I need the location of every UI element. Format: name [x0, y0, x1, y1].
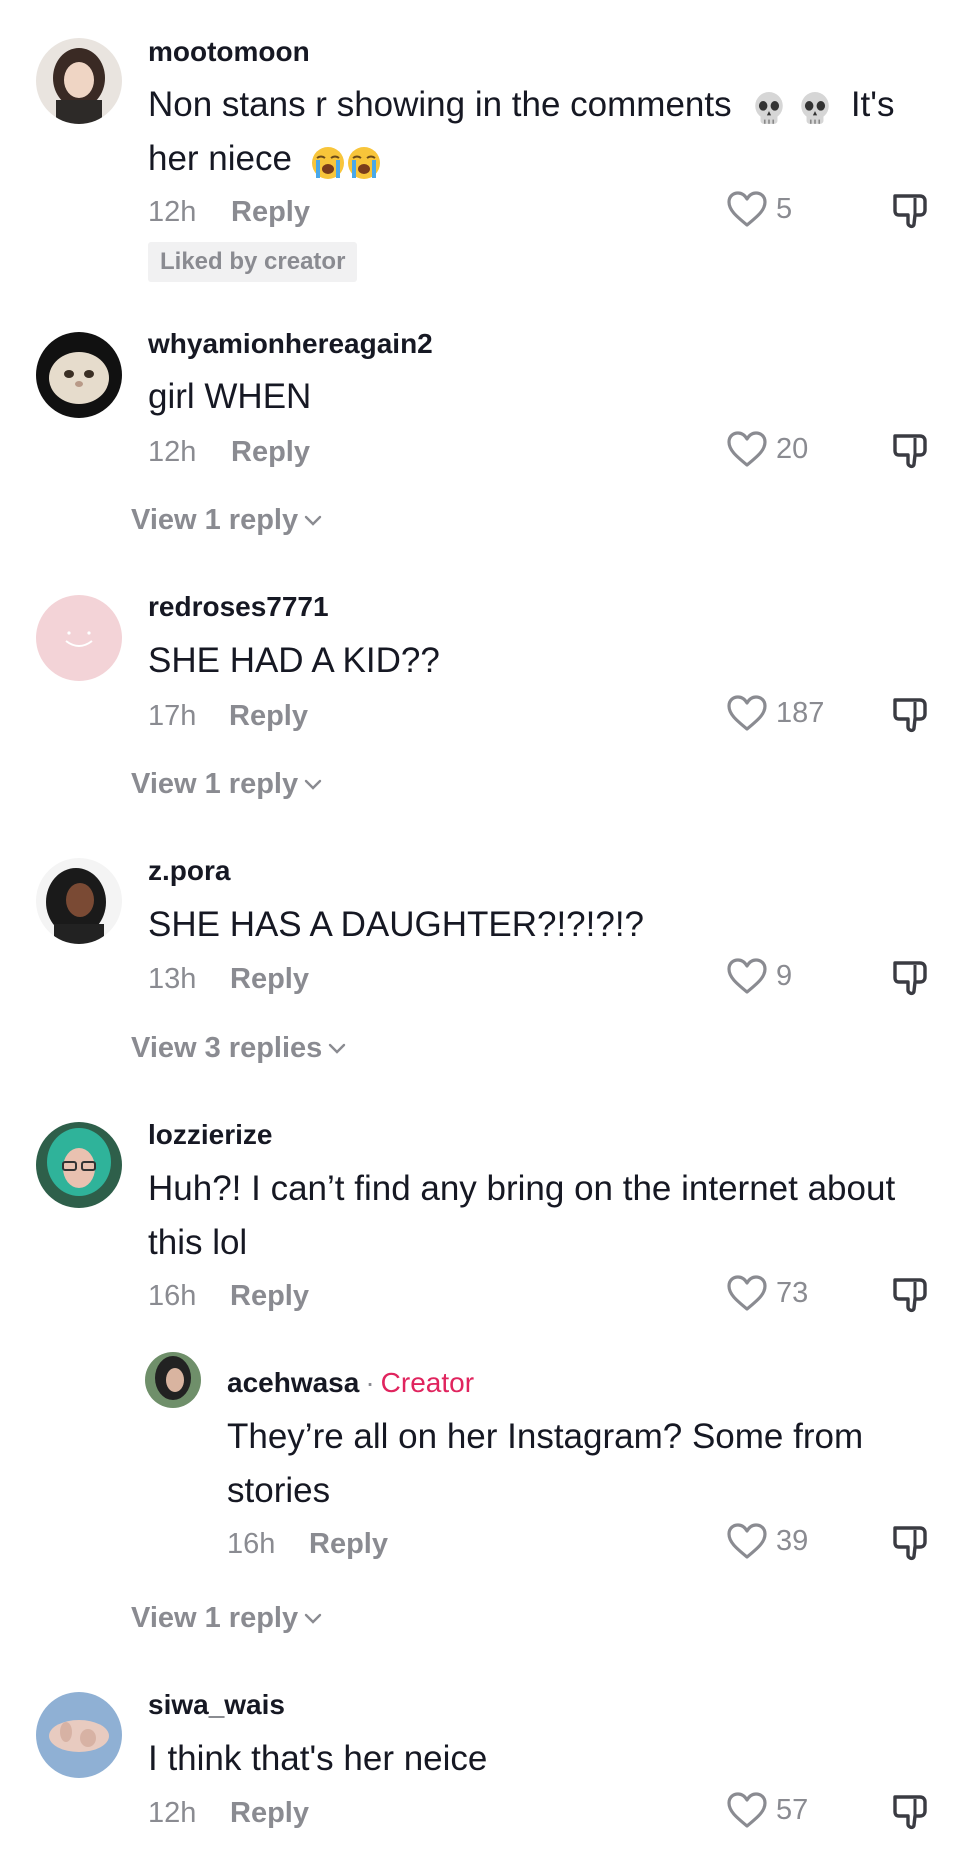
liked-by-creator-badge: Liked by creator — [148, 242, 358, 282]
comment-time: 12h — [148, 436, 197, 468]
heart-icon[interactable] — [726, 430, 768, 468]
dislike-icon[interactable] — [890, 430, 930, 470]
reply-button[interactable]: Reply — [231, 196, 310, 229]
like-count: 57 — [776, 1794, 809, 1826]
comment-text: Huh?! I can’t find any bring on the inte… — [148, 1169, 896, 1262]
like-count: 5 — [776, 193, 793, 225]
heart-icon[interactable] — [726, 957, 768, 995]
comment-username[interactable]: z.pora — [148, 855, 230, 887]
chevron-down-icon — [304, 1613, 322, 1625]
view-replies-button[interactable]: View 3 replies — [131, 1032, 346, 1065]
skull-emoji — [751, 89, 787, 125]
comment-text: Non stans r showing in the comments It's — [148, 85, 895, 125]
chevron-down-icon — [304, 515, 322, 527]
like-count: 73 — [776, 1277, 809, 1309]
crying-emoji — [346, 143, 382, 179]
reply-button[interactable]: Reply — [309, 1528, 388, 1561]
comment-text: I think that's her neice — [148, 1739, 488, 1778]
reply-button[interactable]: Reply — [231, 436, 310, 469]
creator-label: Creator — [380, 1367, 475, 1398]
chevron-down-icon — [304, 779, 322, 791]
reply-avatar[interactable] — [145, 1352, 201, 1408]
like-count: 20 — [776, 433, 809, 465]
dislike-icon[interactable] — [890, 1791, 930, 1831]
avatar[interactable] — [36, 1692, 122, 1778]
view-replies-button[interactable]: View 1 reply — [131, 1602, 322, 1635]
comment-time: 13h — [148, 963, 197, 995]
avatar[interactable] — [36, 858, 122, 944]
dislike-icon[interactable] — [890, 957, 930, 997]
heart-icon[interactable] — [726, 694, 768, 732]
comment-username[interactable]: whyamionhereagain2 — [148, 328, 433, 360]
crying-emoji — [310, 143, 346, 179]
heart-icon[interactable] — [726, 1522, 768, 1560]
reply-button[interactable]: Reply — [230, 963, 309, 996]
comment-username[interactable]: redroses7771 — [148, 591, 329, 623]
comment-username[interactable]: lozzierize — [148, 1119, 272, 1151]
view-replies-button[interactable]: View 1 reply — [131, 768, 322, 801]
dislike-icon[interactable] — [890, 190, 930, 230]
dislike-icon[interactable] — [890, 1522, 930, 1562]
avatar[interactable] — [36, 1122, 122, 1208]
like-count: 187 — [776, 697, 825, 729]
reply-time: 16h — [227, 1528, 276, 1560]
skull-emoji — [797, 89, 833, 125]
reply-username[interactable]: acehwasa · Creator — [227, 1367, 474, 1399]
dislike-icon[interactable] — [890, 694, 930, 734]
reply-button[interactable]: Reply — [230, 1280, 309, 1313]
reply-button[interactable]: Reply — [229, 700, 308, 733]
avatar[interactable] — [36, 332, 122, 418]
reply-button[interactable]: Reply — [230, 1797, 309, 1830]
heart-icon[interactable] — [726, 190, 768, 228]
comment-text: girl WHEN — [148, 377, 312, 416]
heart-icon[interactable] — [726, 1274, 768, 1312]
comment-time: 12h — [148, 1797, 197, 1829]
avatar[interactable] — [36, 595, 122, 681]
chevron-down-icon — [328, 1043, 346, 1055]
reply-text: They’re all on her Instagram? Some from … — [227, 1417, 864, 1510]
comment-time: 16h — [148, 1280, 197, 1312]
dislike-icon[interactable] — [890, 1274, 930, 1314]
comment-username[interactable]: mootomoon — [148, 36, 310, 68]
comment-username[interactable]: siwa_wais — [148, 1689, 285, 1721]
comment-text-line2: her niece — [148, 132, 382, 186]
comment-text: SHE HAD A KID?? — [148, 641, 440, 680]
comment-time: 12h — [148, 196, 197, 228]
like-count: 39 — [776, 1525, 809, 1557]
avatar[interactable] — [36, 38, 122, 124]
view-replies-button[interactable]: View 1 reply — [131, 504, 322, 537]
heart-icon[interactable] — [726, 1791, 768, 1829]
comment-time: 17h — [148, 700, 197, 732]
comment-text: SHE HAS A DAUGHTER?!?!?!? — [148, 905, 645, 944]
like-count: 9 — [776, 960, 793, 992]
